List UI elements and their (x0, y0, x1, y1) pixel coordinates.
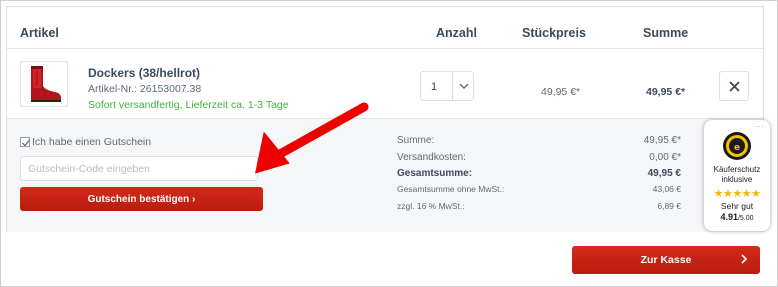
summary-label: Gesamtsumme ohne MwSt.: (397, 184, 505, 194)
confirm-voucher-button[interactable]: Gutschein bestätigen › (20, 187, 263, 211)
summary-value: 43,06 € (652, 184, 681, 194)
svg-text:e: e (734, 143, 740, 153)
quantity-select[interactable]: 1 (420, 71, 474, 101)
quantity-divider (452, 72, 453, 100)
summary-label: Summe: (397, 135, 435, 146)
summary-label: Gesamtsumme: (397, 168, 473, 179)
trusted-shops-seal-icon: e (723, 132, 751, 160)
voucher-checkbox-label[interactable]: Ich habe einen Gutschein (32, 136, 151, 148)
red-ankle-boot-image (31, 66, 61, 102)
product-thumbnail[interactable] (20, 61, 68, 107)
voucher-code-input[interactable] (20, 156, 258, 181)
cart-item-row: Dockers (38/hellrot) Artikel-Nr.: 261530… (7, 50, 763, 118)
red-arrow-annotation-icon (254, 102, 369, 174)
summary-value: 6,89 € (657, 201, 681, 211)
summary-value: 49,95 €* (643, 135, 681, 146)
trusted-shops-badge[interactable]: ··· e Käuferschutz inklusive ★★★★★ Sehr … (704, 120, 770, 231)
buyer-protection-label: Käuferschutz (713, 165, 761, 174)
article-number: Artikel-Nr.: 26153007.38 (88, 83, 202, 95)
summary-value: 49,95 € (647, 168, 681, 179)
line-total: 49,95 €* (646, 86, 686, 98)
header-unit-price: Stückpreis (522, 26, 586, 40)
header-total: Summe (643, 26, 689, 40)
header-article: Artikel (20, 26, 59, 40)
summary-label: Versandkosten: (397, 152, 466, 163)
summary-value: 0,00 €* (649, 152, 681, 163)
unit-price: 49,95 €* (541, 86, 581, 98)
close-icon (729, 81, 740, 92)
rating-stars: ★★★★★ (713, 188, 761, 200)
chevron-down-icon (459, 83, 469, 89)
rating-label: Sehr gut (720, 201, 754, 211)
score-max: /5.00 (737, 215, 754, 222)
badge-menu-icon[interactable]: ··· (755, 122, 765, 131)
cart-footer: Ich habe einen Gutschein Gutschein bestä… (7, 118, 763, 232)
remove-item-button[interactable] (719, 71, 749, 101)
cart-panel: Artikel Anzahl Stückpreis Summe Dockers … (6, 6, 764, 232)
quantity-value: 1 (431, 81, 438, 93)
summary-label: zzgl. 16 % MwSt.: (397, 201, 465, 211)
rating-score: 4.91/5.00 (704, 212, 770, 222)
product-name[interactable]: Dockers (38/hellrot) (88, 66, 200, 80)
checkmark-icon (22, 139, 31, 147)
voucher-checkbox[interactable] (20, 137, 31, 147)
header-quantity: Anzahl (436, 26, 477, 40)
checkout-button[interactable]: Zur Kasse (572, 246, 760, 274)
included-label: inklusive (721, 175, 753, 184)
cart-table-header: Artikel Anzahl Stückpreis Summe (7, 7, 763, 49)
chevron-right-icon (741, 254, 748, 264)
score-value: 4.91 (720, 212, 738, 222)
checkout-label: Zur Kasse (640, 254, 692, 266)
